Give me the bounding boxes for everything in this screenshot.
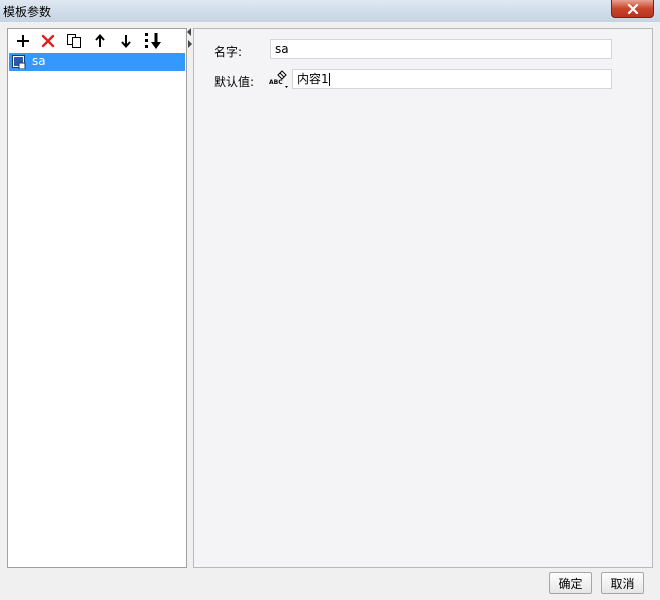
move-down-icon — [121, 35, 131, 48]
svg-text:ABC: ABC — [269, 79, 283, 86]
name-label: 名字: — [214, 45, 243, 59]
copy-icon — [67, 34, 81, 48]
close-button[interactable] — [611, 0, 654, 18]
close-icon — [627, 3, 638, 14]
list-toolbar — [8, 29, 186, 51]
move-bottom-button[interactable] — [143, 32, 165, 50]
add-button[interactable] — [14, 32, 32, 50]
default-value-label: 默认值: — [214, 75, 255, 89]
tree-item-label: sa — [32, 54, 46, 68]
move-up-icon — [95, 34, 105, 47]
move-bottom-icon — [145, 33, 161, 49]
parameter-icon — [12, 55, 26, 69]
name-input[interactable]: sa — [270, 39, 612, 59]
default-value-input[interactable]: 内容1 — [292, 69, 612, 89]
copy-button[interactable] — [65, 32, 83, 50]
ok-button[interactable]: 确定 — [549, 572, 592, 594]
tree-item-sa[interactable]: sa — [9, 53, 185, 71]
text-caret — [328, 73, 330, 86]
default-value-text: 内容1 — [297, 72, 329, 86]
parameter-list-panel: sa — [7, 28, 187, 568]
value-type-button[interactable]: ABC — [269, 69, 289, 89]
parameter-properties-panel: 名字: sa 默认值: ABC 内容1 — [193, 28, 653, 568]
window-title: 模板参数 — [3, 5, 52, 19]
move-up-button[interactable] — [91, 32, 109, 50]
delete-icon — [41, 34, 55, 48]
move-down-button[interactable] — [117, 32, 135, 50]
title-bar: 模板参数 — [0, 0, 660, 22]
cancel-button[interactable]: 取消 — [601, 572, 644, 594]
delete-button[interactable] — [39, 32, 57, 50]
add-icon — [17, 35, 29, 47]
text-type-icon: ABC — [269, 70, 288, 88]
